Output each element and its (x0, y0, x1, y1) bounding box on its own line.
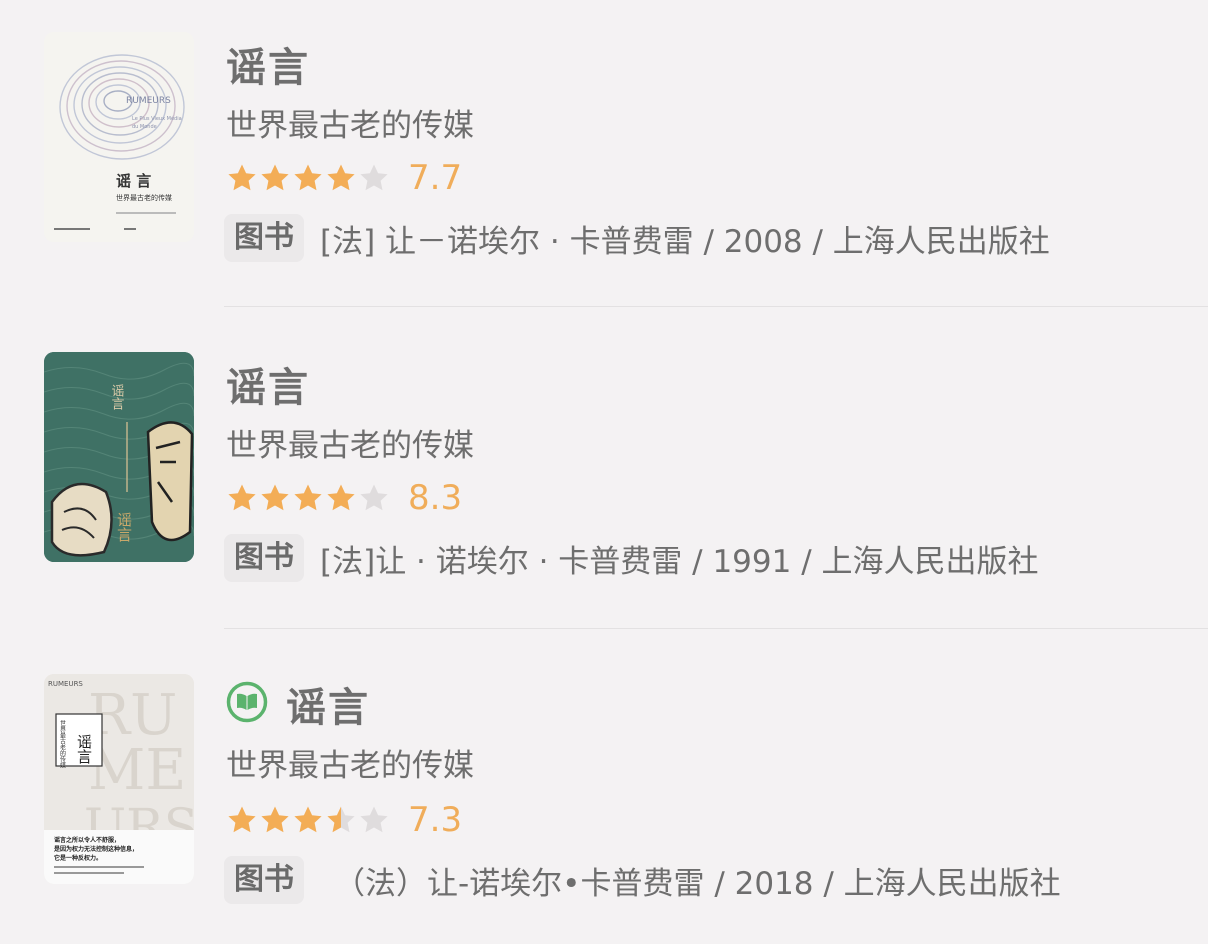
book-search-results: RUMEURS Le Plus Vieux Média du Monde 谣 言… (0, 0, 1208, 944)
category-tag: 图书 (224, 214, 304, 262)
star-icon (360, 806, 388, 833)
star-rating (226, 482, 390, 514)
rating-score: 8.3 (408, 478, 463, 518)
star-icon (261, 484, 289, 511)
star-icon (327, 806, 355, 833)
cover-subtitle: 世界最古老的传媒 (59, 719, 66, 769)
cover-title: 谣 言 (116, 172, 151, 190)
open-book-icon (226, 681, 268, 723)
book-subtitle: 世界最古老的传媒 (226, 748, 474, 784)
category-tag: 图书 (224, 534, 304, 582)
cover-blurb-3: 它是一种反权力。 (54, 854, 102, 862)
book-result-item[interactable]: 谣言 谣言 谣言 世界最古老的传媒 8.3 图书 [法]让 · 诺埃尔 · 卡普… (0, 320, 1208, 640)
star-icon (327, 484, 355, 511)
book-title[interactable]: 谣言 (226, 355, 310, 413)
star-icon (294, 164, 322, 191)
svg-text:du Monde: du Monde (132, 124, 157, 130)
star-icon (261, 806, 289, 833)
book-cover[interactable]: RUMEURS Le Plus Vieux Média du Monde 谣 言… (44, 32, 194, 242)
star-icon (294, 806, 322, 833)
svg-text:Le Plus Vieux Média: Le Plus Vieux Média (132, 115, 182, 122)
book-cover[interactable]: RUMEURS RU ME URS 谣言 世界最古老的传媒 谣言之所以令人不舒服… (44, 674, 194, 884)
cover-art-figures: 谣言 谣言 (44, 352, 194, 562)
book-subtitle: 世界最古老的传媒 (226, 428, 474, 464)
cover-title-top: 谣言 (109, 384, 125, 410)
book-result-item[interactable]: RUMEURS Le Plus Vieux Média du Monde 谣 言… (0, 0, 1208, 320)
cover-latin-small: RUMEURS (48, 680, 83, 688)
rating-row: 7.7 (226, 158, 462, 198)
book-result-item[interactable]: RUMEURS RU ME URS 谣言 世界最古老的传媒 谣言之所以令人不舒服… (0, 640, 1208, 944)
book-subtitle: 世界最古老的传媒 (226, 108, 474, 144)
star-icon (294, 484, 322, 511)
cover-big-letters-2: ME (88, 738, 186, 803)
book-meta: [法] 让－诺埃尔 · 卡普费雷 / 2008 / 上海人民出版社 (320, 223, 1050, 260)
star-icon (228, 484, 256, 511)
rating-row: 8.3 (226, 478, 462, 518)
cover-latin-title: RUMEURS (126, 96, 171, 106)
star-icon (261, 164, 289, 191)
divider (224, 628, 1208, 629)
cover-blurb-2: 是因为权力无法控制这种信息， (53, 845, 138, 853)
cover-art-spiral: RUMEURS Le Plus Vieux Média du Monde 谣 言… (44, 32, 194, 242)
book-meta: （法）让-诺埃尔•卡普费雷 / 2018 / 上海人民出版社 (334, 865, 1061, 902)
rating-score: 7.3 (408, 800, 463, 840)
star-rating (226, 804, 390, 836)
cover-title-bottom: 谣言 (115, 512, 133, 542)
cover-subtitle: 世界最古老的传媒 (116, 193, 172, 202)
book-meta: [法]让 · 诺埃尔 · 卡普费雷 / 1991 / 上海人民出版社 (320, 543, 1039, 580)
cover-art-letters: RUMEURS RU ME URS 谣言 世界最古老的传媒 谣言之所以令人不舒服… (44, 674, 194, 884)
star-icon (228, 164, 256, 191)
divider (224, 306, 1208, 307)
star-icon (228, 806, 256, 833)
cover-blurb-1: 谣言之所以令人不舒服， (54, 836, 120, 844)
meta-row: 图书 [法] 让－诺埃尔 · 卡普费雷 / 2008 / 上海人民出版社 (224, 213, 1050, 263)
star-rating (226, 162, 390, 194)
book-title[interactable]: 谣言 (226, 35, 310, 93)
book-title[interactable]: 谣言 (286, 675, 370, 733)
book-cover[interactable]: 谣言 谣言 (44, 352, 194, 562)
cover-title: 谣言 (75, 734, 93, 764)
meta-row: 图书 （法）让-诺埃尔•卡普费雷 / 2018 / 上海人民出版社 (224, 855, 1061, 905)
star-icon (360, 164, 388, 191)
meta-row: 图书 [法]让 · 诺埃尔 · 卡普费雷 / 1991 / 上海人民出版社 (224, 533, 1039, 583)
rating-row: 7.3 (226, 800, 462, 840)
star-icon (360, 484, 388, 511)
category-tag: 图书 (224, 856, 304, 904)
star-icon (327, 164, 355, 191)
rating-score: 7.7 (408, 158, 463, 198)
